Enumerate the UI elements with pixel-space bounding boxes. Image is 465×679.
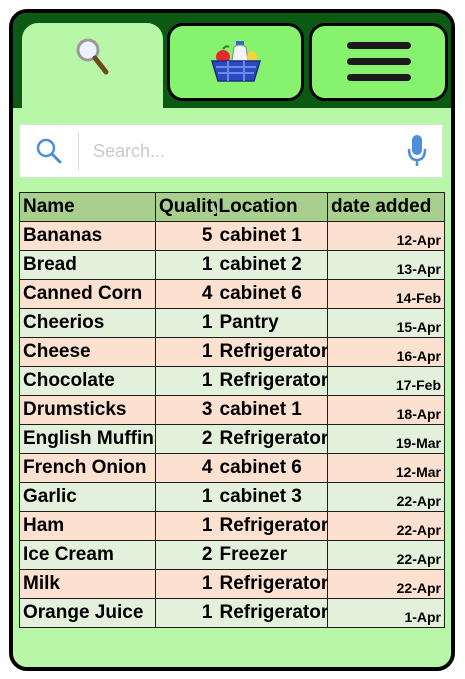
table-row[interactable]: Canned Corn 4 cabinet 6 14-Feb xyxy=(19,279,445,309)
item-date-cell: 14-Feb xyxy=(327,279,445,309)
item-date-cell: 12-Apr xyxy=(327,221,445,251)
item-date-cell: 22-Apr xyxy=(327,540,445,570)
item-quantity-cell: 1 xyxy=(155,569,217,599)
item-location-cell: cabinet 2 xyxy=(216,250,328,280)
item-name-cell: Drumsticks xyxy=(19,395,156,425)
item-date-cell: 18-Apr xyxy=(327,395,445,425)
item-quantity-cell: 1 xyxy=(155,511,217,541)
item-quantity-cell: 3 xyxy=(155,395,217,425)
search-input[interactable] xyxy=(79,125,392,177)
inventory-table: Name Quality Location date added Bananas… xyxy=(19,192,445,628)
item-date-cell: 22-Apr xyxy=(327,482,445,512)
item-quantity-cell: 5 xyxy=(155,221,217,251)
table-row[interactable]: Chocolate 1 Refrigerator 17-Feb xyxy=(19,366,445,396)
table-row[interactable]: Orange Juice 1 Refrigerator 1-Apr xyxy=(19,598,445,628)
item-location-cell: Pantry xyxy=(216,308,328,338)
item-date-cell: 16-Apr xyxy=(327,337,445,367)
item-quantity-cell: 2 xyxy=(155,540,217,570)
table-row[interactable]: French Onion 4 cabinet 6 12-Mar xyxy=(19,453,445,483)
table-header-row: Name Quality Location date added xyxy=(19,192,445,222)
magnifier-icon xyxy=(76,38,108,75)
item-quantity-cell: 1 xyxy=(155,337,217,367)
search-icon[interactable] xyxy=(20,125,78,177)
table-row[interactable]: English Muffins 2 Refrigerator 19-Mar xyxy=(19,424,445,454)
item-name-cell: Cheese xyxy=(19,337,156,367)
table-row[interactable]: Bananas 5 cabinet 1 12-Apr xyxy=(19,221,445,251)
item-date-cell: 1-Apr xyxy=(327,598,445,628)
table-row[interactable]: Drumsticks 3 cabinet 1 18-Apr xyxy=(19,395,445,425)
item-name-cell: Milk xyxy=(19,569,156,599)
item-name-cell: Orange Juice xyxy=(19,598,156,628)
item-date-cell: 22-Apr xyxy=(327,569,445,599)
item-name-cell: Cheerios xyxy=(19,308,156,338)
item-date-cell: 15-Apr xyxy=(327,308,445,338)
table-row[interactable]: Cheese 1 Refrigerator 16-Apr xyxy=(19,337,445,367)
item-quantity-cell: 1 xyxy=(155,250,217,280)
item-date-cell: 22-Apr xyxy=(327,511,445,541)
table-row[interactable]: Ham 1 Refrigerator 22-Apr xyxy=(19,511,445,541)
item-location-cell: cabinet 6 xyxy=(216,453,328,483)
table-row[interactable]: Cheerios 1 Pantry 15-Apr xyxy=(19,308,445,338)
table-row[interactable]: Milk 1 Refrigerator 22-Apr xyxy=(19,569,445,599)
item-location-cell: cabinet 1 xyxy=(216,395,328,425)
header-quantity[interactable]: Quality xyxy=(155,192,217,222)
item-location-cell: cabinet 3 xyxy=(216,482,328,512)
item-date-cell: 17-Feb xyxy=(327,366,445,396)
item-quantity-cell: 1 xyxy=(155,482,217,512)
item-quantity-cell: 1 xyxy=(155,308,217,338)
tab-menu[interactable] xyxy=(309,23,448,101)
item-name-cell: Bananas xyxy=(19,221,156,251)
item-name-cell: Canned Corn xyxy=(19,279,156,309)
item-name-cell: Garlic xyxy=(19,482,156,512)
hamburger-menu-icon xyxy=(346,42,411,81)
item-location-cell: Refrigerator xyxy=(216,366,328,396)
item-location-cell: Refrigerator xyxy=(216,569,328,599)
item-name-cell: English Muffins xyxy=(19,424,156,454)
item-name-cell: Ice Cream xyxy=(19,540,156,570)
item-location-cell: Freezer xyxy=(216,540,328,570)
item-location-cell: cabinet 6 xyxy=(216,279,328,309)
table-row[interactable]: Ice Cream 2 Freezer 22-Apr xyxy=(19,540,445,570)
item-name-cell: Chocolate xyxy=(19,366,156,396)
item-quantity-cell: 2 xyxy=(155,424,217,454)
app-frame: Name Quality Location date added Bananas… xyxy=(9,9,455,671)
item-location-cell: Refrigerator xyxy=(216,511,328,541)
search-bar xyxy=(19,124,443,178)
item-quantity-cell: 4 xyxy=(155,453,217,483)
item-location-cell: Refrigerator xyxy=(216,337,328,367)
header-location[interactable]: Location xyxy=(216,192,328,222)
item-name-cell: French Onion xyxy=(19,453,156,483)
tab-bar xyxy=(13,13,451,113)
item-location-cell: Refrigerator xyxy=(216,424,328,454)
microphone-icon[interactable] xyxy=(392,125,442,177)
item-quantity-cell: 1 xyxy=(155,366,217,396)
tab-search[interactable] xyxy=(22,23,163,113)
item-quantity-cell: 4 xyxy=(155,279,217,309)
table-row[interactable]: Garlic 1 cabinet 3 22-Apr xyxy=(19,482,445,512)
item-location-cell: cabinet 1 xyxy=(216,221,328,251)
main-panel: Name Quality Location date added Bananas… xyxy=(13,108,451,667)
item-location-cell: Refrigerator xyxy=(216,598,328,628)
table-row[interactable]: Bread 1 cabinet 2 13-Apr xyxy=(19,250,445,280)
grocery-basket-icon xyxy=(210,41,261,82)
header-name[interactable]: Name xyxy=(19,192,156,222)
header-date-added[interactable]: date added xyxy=(327,192,445,222)
item-date-cell: 12-Mar xyxy=(327,453,445,483)
tab-basket[interactable] xyxy=(167,23,304,101)
item-quantity-cell: 1 xyxy=(155,598,217,628)
item-name-cell: Ham xyxy=(19,511,156,541)
item-date-cell: 19-Mar xyxy=(327,424,445,454)
item-date-cell: 13-Apr xyxy=(327,250,445,280)
item-name-cell: Bread xyxy=(19,250,156,280)
